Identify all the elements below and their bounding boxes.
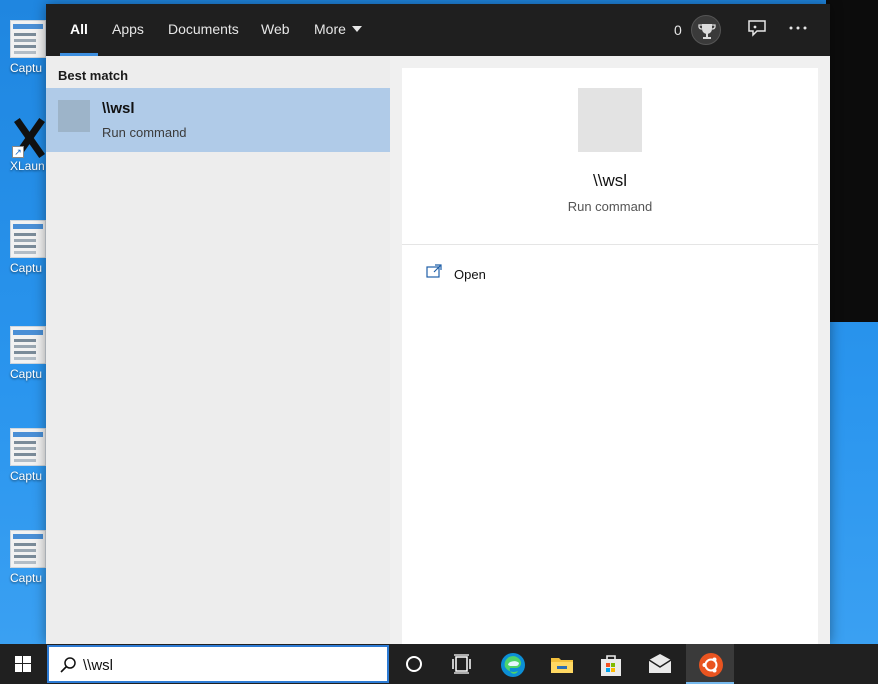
capture-thumbnail xyxy=(10,428,46,466)
mail-button[interactable] xyxy=(635,644,683,684)
tab-label: Apps xyxy=(112,21,144,37)
tab-documents[interactable]: Documents xyxy=(168,4,239,56)
store-icon xyxy=(601,655,621,676)
edge-button[interactable] xyxy=(488,644,536,684)
mail-icon xyxy=(648,654,672,673)
open-label: Open xyxy=(454,267,486,282)
ubuntu-button[interactable] xyxy=(686,644,734,684)
tab-label: Documents xyxy=(168,21,239,37)
tab-apps[interactable]: Apps xyxy=(112,4,144,56)
tab-label: Web xyxy=(261,21,290,37)
desktop-icon-capture-3[interactable]: Captu xyxy=(10,326,50,396)
start-button[interactable] xyxy=(0,644,46,684)
result-item-wsl[interactable]: \\wsl Run command xyxy=(46,88,390,152)
file-explorer-icon xyxy=(551,658,573,673)
trophy-icon xyxy=(698,24,716,39)
detail-pane: \\wsl Run command Open xyxy=(402,68,818,644)
desktop-icon-label: Captu xyxy=(10,571,43,585)
taskbar xyxy=(0,644,878,684)
results-list: Best match \\wsl Run command xyxy=(46,56,390,644)
tab-all[interactable]: All xyxy=(60,4,98,56)
cortana-button[interactable] xyxy=(390,644,438,684)
file-explorer-button[interactable] xyxy=(537,644,585,684)
edge-icon xyxy=(501,653,525,677)
desktop-icon-label: Captu xyxy=(10,261,43,275)
capture-thumbnail xyxy=(10,20,46,58)
desktop-icon-capture-4[interactable]: Captu xyxy=(10,428,50,498)
rewards-button[interactable] xyxy=(691,15,721,45)
search-tab-bar: All Apps Documents Web More 0 xyxy=(46,4,830,56)
task-view-button[interactable] xyxy=(438,644,486,684)
task-view-icon xyxy=(452,654,471,674)
store-button[interactable] xyxy=(586,644,634,684)
divider xyxy=(402,244,818,245)
desktop-icon-capture-2[interactable]: Captu xyxy=(10,220,50,290)
capture-thumbnail xyxy=(10,326,46,364)
windows-logo-icon xyxy=(15,656,31,672)
xlaunch-icon: ↗ xyxy=(10,116,46,159)
capture-thumbnail xyxy=(10,530,46,568)
desktop-icon-label: Captu xyxy=(10,367,43,381)
open-icon xyxy=(426,264,442,278)
result-title: \\wsl xyxy=(102,100,135,117)
cortana-icon xyxy=(406,656,422,672)
tab-web[interactable]: Web xyxy=(261,4,290,56)
chevron-down-icon xyxy=(351,26,362,32)
desktop-icon-xlaunch[interactable]: ↗ XLaun xyxy=(10,116,50,186)
ubuntu-icon xyxy=(699,653,723,677)
search-panel: All Apps Documents Web More 0 Best match… xyxy=(46,4,830,644)
ellipsis-icon xyxy=(789,26,807,30)
desktop-icon-label: XLaun xyxy=(10,159,45,173)
capture-thumbnail xyxy=(10,220,46,258)
result-subtitle: Run command xyxy=(102,125,187,140)
desktop-icon-capture-1[interactable]: Captu xyxy=(10,20,50,90)
feedback-icon xyxy=(748,20,766,37)
detail-subtitle: Run command xyxy=(567,199,653,214)
best-match-heading: Best match xyxy=(58,68,129,83)
taskbar-search-box[interactable] xyxy=(47,645,389,683)
desktop-icon-capture-5[interactable]: Captu xyxy=(10,530,50,600)
background-terminal-window[interactable] xyxy=(826,0,878,322)
tab-more[interactable]: More xyxy=(314,4,362,56)
rewards-points: 0 xyxy=(674,22,682,38)
tab-label: More xyxy=(314,21,346,37)
shortcut-arrow-icon: ↗ xyxy=(12,146,24,158)
desktop-icon-label: Captu xyxy=(10,469,43,483)
tab-label: All xyxy=(70,21,88,37)
search-icon xyxy=(60,657,76,673)
run-command-icon xyxy=(58,100,90,132)
run-command-large-icon xyxy=(578,88,642,152)
feedback-button[interactable] xyxy=(746,18,768,40)
search-input[interactable] xyxy=(83,653,373,677)
desktop-icon-label: Captu xyxy=(10,61,43,75)
more-options-button[interactable] xyxy=(786,16,810,40)
detail-title: \\wsl xyxy=(593,171,627,190)
